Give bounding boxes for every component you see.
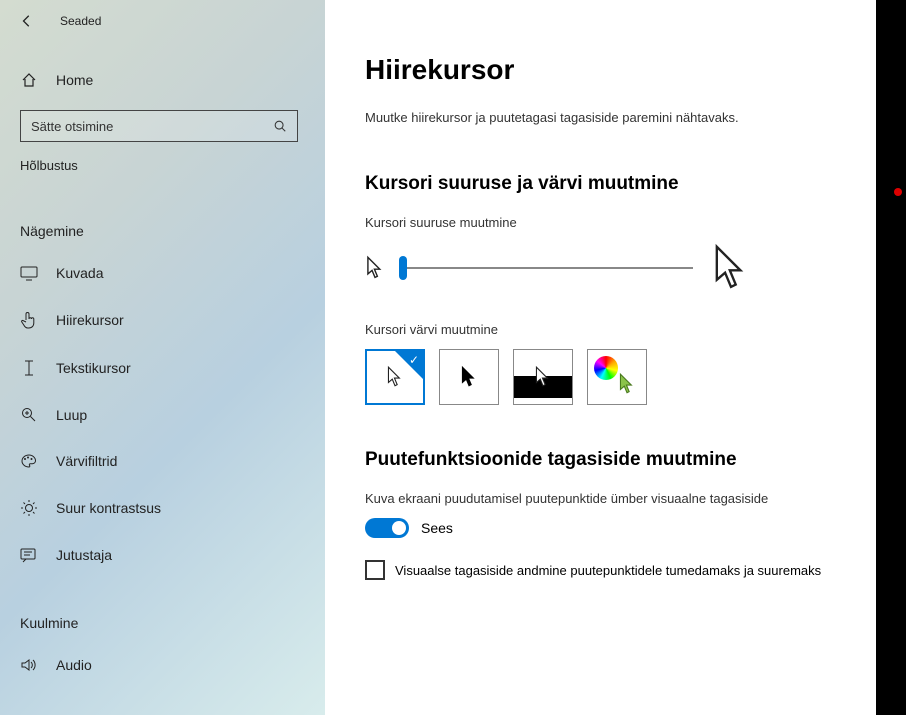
nav-home-label: Home bbox=[56, 72, 93, 88]
audio-icon bbox=[20, 657, 38, 673]
toggle-state-label: Sees bbox=[421, 520, 453, 536]
nav-audio[interactable]: Audio bbox=[20, 645, 305, 685]
page-title: Hiirekursor bbox=[365, 54, 836, 86]
display-icon bbox=[20, 265, 38, 281]
checkbox-label: Visuaalse tagasiside andmine puutepunkti… bbox=[395, 563, 821, 578]
section-seeing: Nägemine bbox=[20, 223, 305, 239]
nav-label: Suur kontrastsus bbox=[56, 500, 161, 516]
palette-icon bbox=[20, 453, 38, 469]
nav-label: Luup bbox=[56, 407, 87, 423]
darker-larger-checkbox[interactable] bbox=[365, 560, 385, 580]
cursor-large-icon bbox=[711, 242, 751, 294]
page-desc: Muutke hiirekursor ja puutetagasi tagasi… bbox=[365, 110, 836, 125]
section-hearing: Kuulmine bbox=[20, 615, 305, 631]
color-label: Kursori värvi muutmine bbox=[365, 322, 836, 337]
cursor-color-custom[interactable] bbox=[587, 349, 647, 405]
cursor-hand-icon bbox=[20, 311, 38, 329]
cursor-color-white[interactable]: ✓ bbox=[365, 349, 425, 405]
cursor-small-icon bbox=[365, 255, 385, 281]
color-wheel-icon bbox=[594, 356, 618, 380]
section-touch: Puutefunktsioonide tagasiside muutmine bbox=[365, 449, 836, 471]
touch-feedback-toggle[interactable] bbox=[365, 518, 409, 538]
nav-label: Audio bbox=[56, 657, 92, 673]
home-icon bbox=[20, 72, 38, 88]
red-indicator bbox=[894, 188, 902, 196]
nav-luup[interactable]: Luup bbox=[20, 395, 305, 435]
cursor-color-inverted[interactable] bbox=[513, 349, 573, 405]
section-size-color: Kursori suuruse ja värvi muutmine bbox=[365, 173, 836, 195]
magnifier-icon bbox=[20, 407, 38, 423]
nav-label: Jutustaja bbox=[56, 547, 112, 563]
nav-hiirekursor[interactable]: Hiirekursor bbox=[20, 299, 305, 341]
brightness-icon bbox=[20, 499, 38, 517]
sidebar: Seaded Home Sätte otsimine Hõlbustus Näg… bbox=[0, 0, 325, 715]
app-title: Seaded bbox=[60, 14, 101, 28]
cursor-color-black[interactable] bbox=[439, 349, 499, 405]
nav-label: Kuvada bbox=[56, 265, 103, 281]
nav-tekstikursor[interactable]: Tekstikursor bbox=[20, 347, 305, 389]
right-black-bar bbox=[876, 0, 906, 715]
nav-kuvada[interactable]: Kuvada bbox=[20, 253, 305, 293]
nav-varvifiltrid[interactable]: Värvifiltrid bbox=[20, 441, 305, 481]
category-label: Hõlbustus bbox=[20, 158, 305, 173]
search-placeholder: Sätte otsimine bbox=[31, 119, 113, 134]
main-panel: Hiirekursor Muutke hiirekursor ja puutet… bbox=[325, 0, 876, 715]
touch-desc: Kuva ekraani puudutamisel puutepunktide … bbox=[365, 491, 836, 506]
nav-label: Hiirekursor bbox=[56, 312, 124, 328]
size-label: Kursori suuruse muutmine bbox=[365, 215, 836, 230]
search-input[interactable]: Sätte otsimine bbox=[20, 110, 298, 142]
nav-jutustaja[interactable]: Jutustaja bbox=[20, 535, 305, 575]
nav-label: Värvifiltrid bbox=[56, 453, 117, 469]
back-icon[interactable] bbox=[20, 14, 34, 28]
nav-home[interactable]: Home bbox=[20, 68, 305, 92]
nav-label: Tekstikursor bbox=[56, 360, 131, 376]
checkmark-icon: ✓ bbox=[409, 353, 419, 367]
narrator-icon bbox=[20, 547, 38, 563]
search-icon bbox=[273, 119, 287, 133]
nav-suur-kontrastsus[interactable]: Suur kontrastsus bbox=[20, 487, 305, 529]
text-cursor-icon bbox=[20, 359, 38, 377]
slider-thumb[interactable] bbox=[399, 256, 407, 280]
cursor-size-slider[interactable] bbox=[403, 267, 693, 269]
